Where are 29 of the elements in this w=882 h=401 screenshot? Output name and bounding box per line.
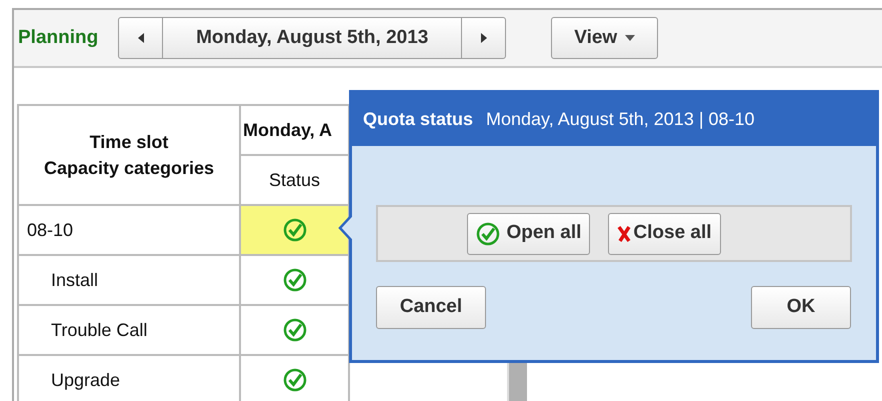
status-cell[interactable] — [240, 355, 349, 401]
check-circle-icon — [282, 218, 306, 242]
status-cell[interactable] — [240, 305, 349, 355]
row-label: Trouble Call — [51, 320, 148, 340]
caret-icon — [625, 35, 636, 41]
open-all-button[interactable]: Open all — [467, 212, 590, 254]
check-circle-icon — [282, 268, 306, 292]
status-cell[interactable] — [240, 255, 349, 305]
page-title: Planning — [18, 26, 98, 50]
cross-icon — [617, 224, 632, 242]
ok-button[interactable]: OK — [751, 286, 851, 329]
column-header: Monday, A — [243, 120, 332, 140]
column-header: Time slot Capacity categories — [18, 105, 240, 205]
row-label: 08-10 — [27, 220, 74, 240]
check-circle-icon — [282, 318, 306, 342]
date-label: Monday, August 5th, 2013 — [195, 26, 430, 50]
close-all-button[interactable]: Close all — [608, 212, 721, 254]
row-label: Upgrade — [51, 370, 120, 390]
right-triangle-icon — [480, 33, 487, 43]
popup-subtitle: Monday, August 5th, 2013 | 08-10 — [486, 108, 755, 131]
cancel-button[interactable]: Cancel — [376, 286, 486, 329]
status-cell[interactable] — [240, 205, 349, 255]
view-button[interactable]: View — [551, 17, 658, 59]
row-label: Install — [51, 270, 98, 290]
check-circle-icon — [476, 222, 500, 246]
check-circle-icon — [282, 368, 306, 392]
popup-title: Quota status — [363, 108, 474, 131]
scrollbar-thumb[interactable] — [507, 363, 527, 401]
left-triangle-icon — [138, 33, 144, 43]
